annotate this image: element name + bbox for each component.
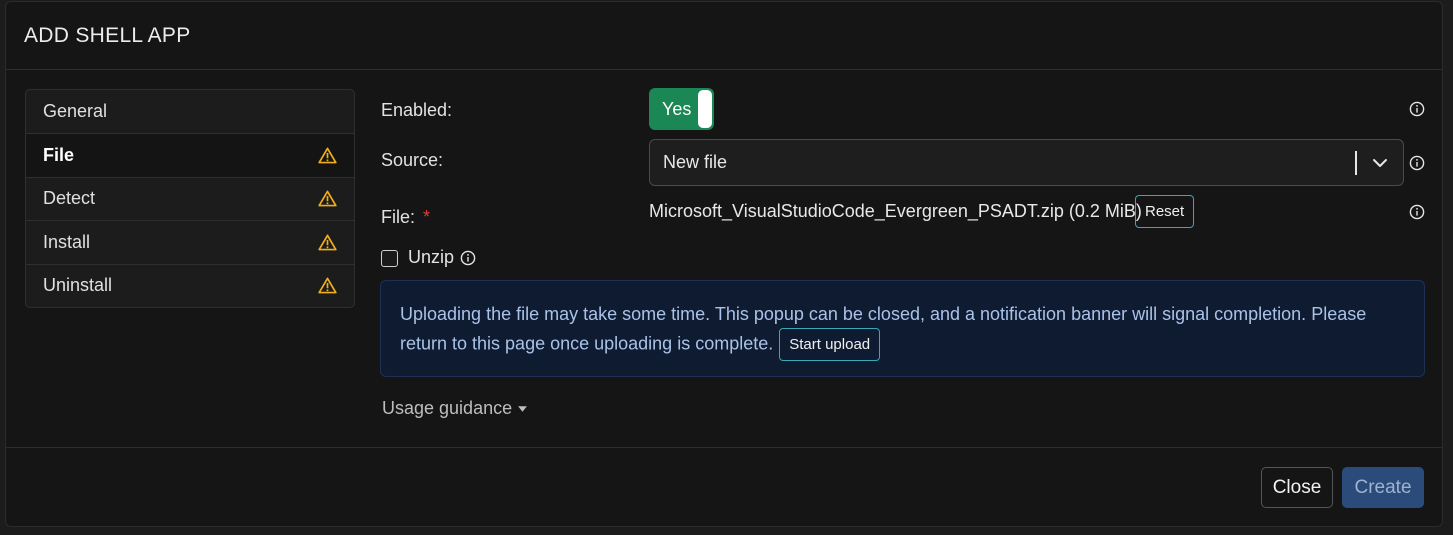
modal-header: ADD SHELL APP (6, 2, 1442, 70)
nav-item-uninstall[interactable]: Uninstall (26, 263, 354, 307)
info-icon[interactable] (1409, 101, 1425, 117)
upload-info-alert: Uploading the file may take some time. T… (380, 280, 1425, 377)
toggle-knob (698, 90, 712, 128)
file-name: Microsoft_VisualStudioCode_Evergreen_PSA… (649, 201, 1142, 221)
create-button[interactable]: Create (1342, 467, 1424, 508)
section-nav: General File Detect Install Uninstall (25, 89, 355, 308)
select-separator (1355, 151, 1357, 175)
nav-item-label: Detect (43, 188, 96, 209)
info-icon[interactable] (1409, 204, 1425, 220)
required-mark: * (423, 207, 431, 227)
unzip-label: Unzip (408, 247, 455, 267)
enabled-toggle[interactable]: Yes (649, 88, 714, 130)
nav-item-label: Uninstall (43, 275, 113, 296)
nav-item-detect[interactable]: Detect (26, 176, 354, 220)
info-icon[interactable] (1409, 155, 1425, 171)
source-select-value: New file (663, 152, 728, 172)
warning-icon (318, 234, 337, 251)
caret-down-icon (518, 406, 528, 412)
modal-title: ADD SHELL APP (24, 23, 191, 47)
warning-icon (318, 277, 337, 294)
add-shell-app-modal: ADD SHELL APP General File Detect Instal… (5, 1, 1443, 527)
reset-button[interactable]: Reset (1135, 195, 1195, 228)
usage-guidance-label: Usage guidance (382, 398, 513, 418)
start-upload-button[interactable]: Start upload (779, 328, 881, 361)
close-button[interactable]: Close (1261, 467, 1333, 508)
usage-guidance-toggle[interactable]: Usage guidance (382, 398, 528, 419)
chevron-down-icon[interactable] (1371, 154, 1389, 172)
modal-body: General File Detect Install Uninstall En… (6, 70, 1442, 448)
nav-item-label: File (43, 145, 75, 166)
unzip-checkbox[interactable] (381, 250, 398, 267)
nav-item-label: General (43, 101, 108, 122)
modal-footer: Close Create (6, 447, 1442, 526)
warning-icon (318, 191, 337, 207)
nav-item-install[interactable]: Install (26, 220, 354, 263)
enabled-label: Enabled: (381, 100, 453, 120)
source-label: Source: (381, 150, 444, 170)
nav-item-file[interactable]: File (26, 133, 354, 177)
enabled-toggle-value: Yes (662, 98, 692, 119)
unzip-option[interactable]: Unzip (408, 247, 476, 268)
file-label: File: * (381, 207, 430, 228)
file-label-text: File: (381, 207, 416, 227)
alert-text: Uploading the file may take some time. T… (400, 304, 1367, 354)
info-icon[interactable] (460, 250, 476, 266)
nav-item-general[interactable]: General (26, 90, 354, 133)
source-select[interactable]: New file (649, 139, 1404, 186)
warning-icon (318, 147, 337, 164)
nav-item-label: Install (43, 231, 91, 252)
